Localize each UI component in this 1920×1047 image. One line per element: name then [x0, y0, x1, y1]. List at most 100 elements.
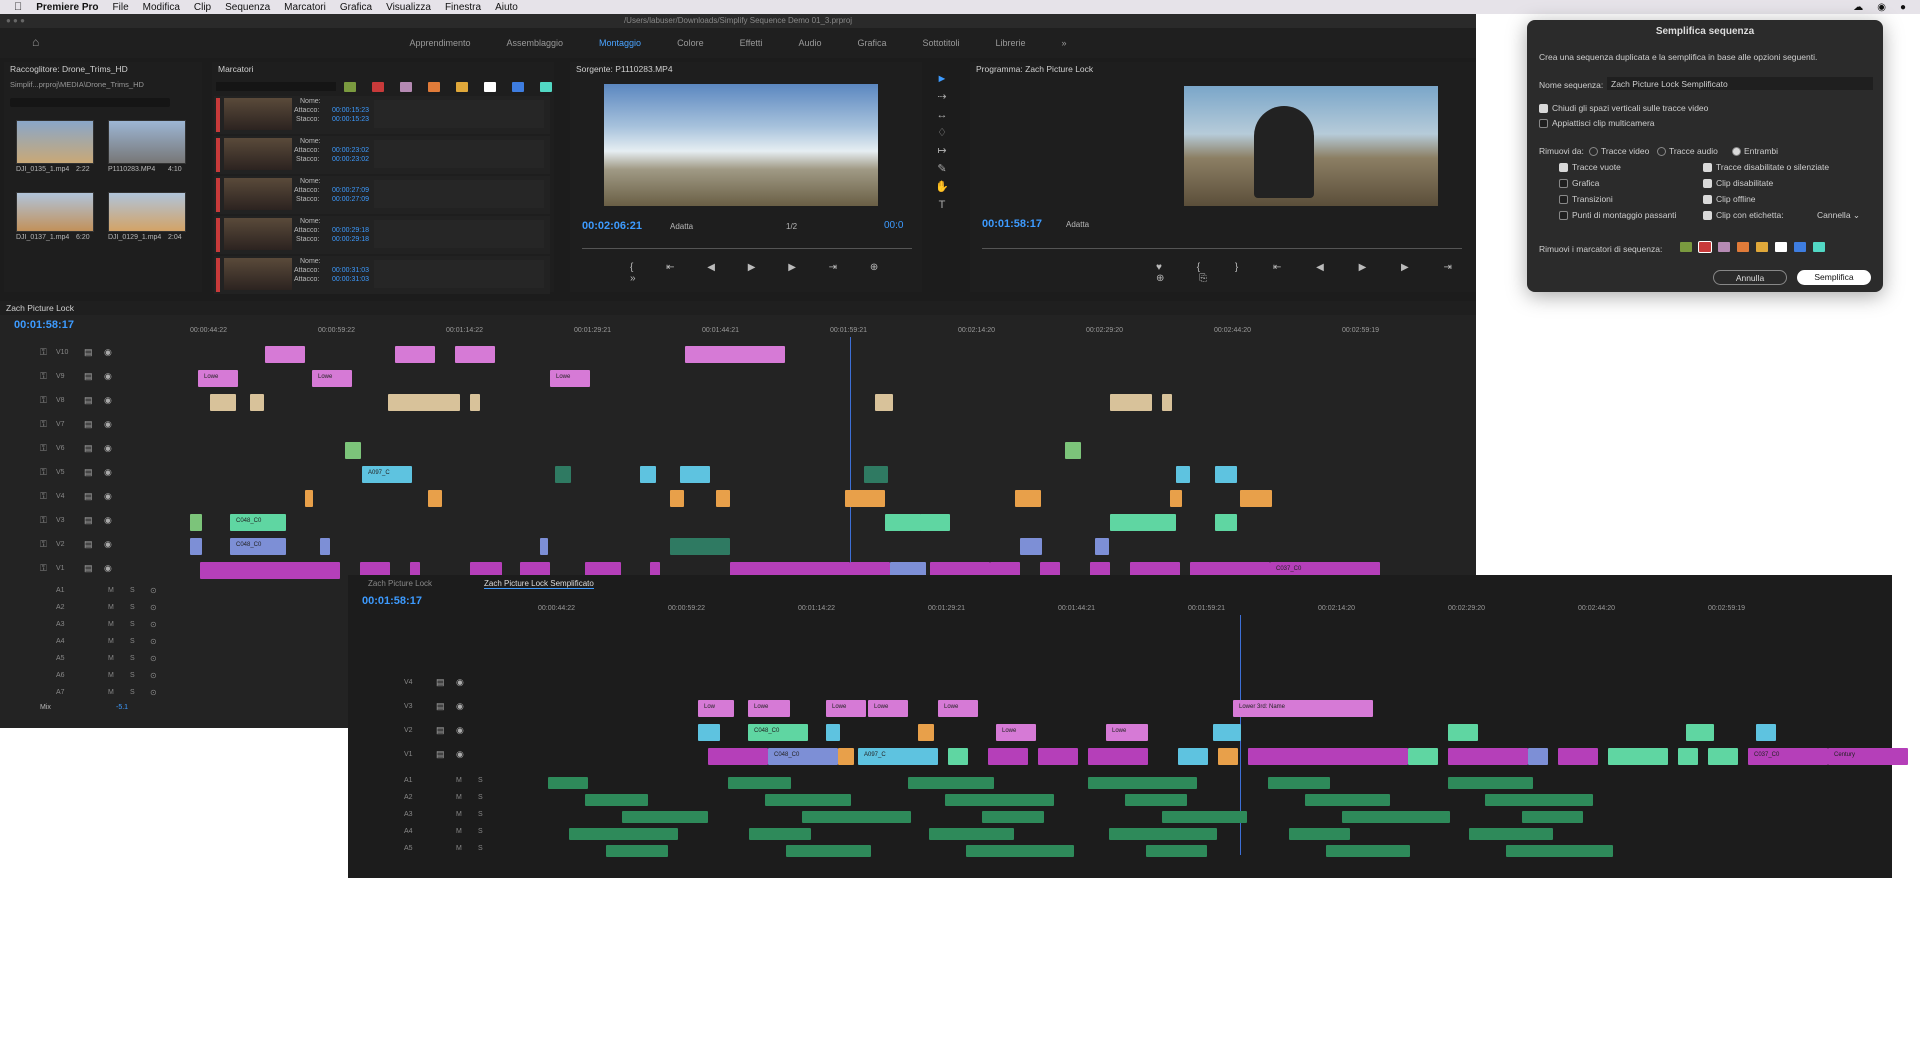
audio-clip[interactable] — [749, 828, 811, 840]
mute-button[interactable]: M — [108, 638, 114, 645]
ws-montaggio[interactable]: Montaggio — [599, 38, 641, 48]
marker-row[interactable]: Nome: Attacco: 00:00:31:03 Attacco: 00:00:31… — [214, 256, 550, 294]
timeline-clip[interactable]: Lowe — [748, 700, 790, 717]
video-track-header[interactable]: V9 ⚿ ▤ ◉ — [0, 369, 190, 389]
lock-icon[interactable]: ⚿ — [40, 467, 47, 478]
marker-color-checkbox[interactable] — [1775, 242, 1787, 252]
mic-icon[interactable]: ⊙ — [150, 586, 157, 595]
video-track-header[interactable]: V2 ▤ ◉ — [348, 723, 538, 743]
ws-colore[interactable]: Colore — [677, 38, 704, 48]
eye-icon[interactable]: ◉ — [104, 515, 112, 526]
timeline-clip[interactable]: A097_C — [858, 748, 938, 765]
sync-icon[interactable]: ▤ — [84, 347, 93, 358]
menu-modifica[interactable]: Modifica — [143, 2, 180, 13]
lock-icon[interactable]: ⚿ — [40, 539, 47, 550]
mute-button[interactable]: M — [108, 604, 114, 611]
chk-offline-clips[interactable]: Clip offline — [1703, 194, 1756, 205]
audio-clip[interactable] — [606, 845, 668, 857]
sync-icon[interactable]: ▤ — [84, 443, 93, 454]
audio-clip[interactable] — [1448, 777, 1533, 789]
marker-comment-field[interactable] — [374, 220, 544, 248]
timeline-clip[interactable]: Lowe — [312, 370, 352, 387]
timeline-clip[interactable] — [1170, 490, 1182, 507]
audio-clip[interactable] — [786, 845, 871, 857]
menu-aiuto[interactable]: Aiuto — [495, 2, 518, 13]
audio-clip[interactable] — [728, 777, 791, 789]
timeline-clip[interactable] — [265, 346, 305, 363]
creative-cloud-icon[interactable]: ◉ — [1877, 2, 1886, 13]
timeline-clip[interactable] — [1213, 724, 1241, 741]
video-track-header[interactable]: V10 ⚿ ▤ ◉ — [0, 345, 190, 365]
audio-clip[interactable] — [802, 811, 911, 823]
audio-track-header[interactable]: A2 M S ⊙ — [0, 602, 190, 618]
eye-icon[interactable]: ◉ — [104, 491, 112, 502]
program-video-frame[interactable] — [1184, 86, 1438, 206]
mic-icon[interactable]: ⊙ — [150, 620, 157, 629]
timeline-clip[interactable]: C048_C0 — [748, 724, 808, 741]
traffic-lights-icon[interactable]: ● ● ● — [6, 14, 25, 28]
eye-icon[interactable]: ◉ — [104, 539, 112, 550]
audio-clip[interactable] — [1162, 811, 1247, 823]
timeline-clip[interactable]: Lowe — [938, 700, 978, 717]
menu-clip[interactable]: Clip — [194, 2, 211, 13]
source-video-frame[interactable] — [604, 84, 878, 206]
cloud-icon[interactable]: ☁ — [1853, 2, 1863, 13]
marker-row[interactable]: Nome: Attacco: 00:00:29:18 Stacco: 00:00:29:… — [214, 216, 550, 254]
lock-icon[interactable]: ⚿ — [40, 491, 47, 502]
sync-icon[interactable]: ▤ — [84, 563, 93, 574]
sequence-name-input[interactable]: Zach Picture Lock Semplificato — [1607, 77, 1873, 90]
audio-track-header[interactable]: A5 M S — [348, 843, 538, 859]
timeline-clip[interactable] — [470, 394, 480, 411]
marker-out-value[interactable]: 00:00:29:18 — [332, 236, 369, 243]
timeline-clip[interactable]: C048_C0 — [768, 748, 838, 765]
marker-color-checkbox[interactable] — [1794, 242, 1806, 252]
timeline-clip[interactable] — [1110, 394, 1152, 411]
lock-icon[interactable]: ⚿ — [40, 395, 47, 406]
timeline1-ruler[interactable]: 00:00:44:22 00:00:59:22 00:01:14:22 00:01:2… — [190, 327, 1470, 339]
slip-icon[interactable]: ↦ — [932, 142, 952, 160]
sync-icon[interactable]: ▤ — [84, 515, 93, 526]
sync-icon[interactable]: ▤ — [84, 371, 93, 382]
menu-finestra[interactable]: Finestra — [445, 2, 481, 13]
audio-track-header[interactable]: A3 M S ⊙ — [0, 619, 190, 635]
lock-icon[interactable]: ⚿ — [40, 347, 47, 358]
audio-track-header[interactable]: A5 M S ⊙ — [0, 653, 190, 669]
marker-in-value[interactable]: 00:00:27:09 — [332, 187, 369, 194]
video-track-header[interactable]: V7 ⚿ ▤ ◉ — [0, 417, 190, 437]
sync-icon[interactable]: ▤ — [84, 395, 93, 406]
timeline-clip[interactable] — [918, 724, 934, 741]
timeline2-timecode[interactable]: 00:01:58:17 — [362, 595, 422, 607]
chk-label-clips[interactable]: Clip con etichetta: — [1703, 210, 1784, 221]
marker-color-checkbox[interactable] — [1813, 242, 1825, 252]
lock-icon[interactable]: ⚿ — [40, 515, 47, 526]
timeline-clip[interactable] — [395, 346, 435, 363]
mute-button[interactable]: M — [456, 828, 462, 835]
timeline-clip[interactable] — [1176, 466, 1190, 483]
marker-filter-swatch[interactable] — [400, 82, 412, 92]
chk-through-edits[interactable]: Punti di montaggio passanti — [1559, 210, 1676, 221]
audio-clip[interactable] — [929, 828, 1014, 840]
radio-video[interactable]: Tracce video — [1589, 146, 1649, 157]
audio-clip[interactable] — [945, 794, 1054, 806]
timeline-clip[interactable] — [428, 490, 442, 507]
audio-track-header[interactable]: A1 M S ⊙ — [0, 585, 190, 601]
menu-file[interactable]: File — [113, 2, 129, 13]
timeline-clip[interactable] — [388, 394, 460, 411]
ws-sottotitoli[interactable]: Sottotitoli — [922, 38, 959, 48]
apple-icon[interactable]:  — [14, 1, 22, 13]
marker-comment-field[interactable] — [374, 180, 544, 208]
audio-clip[interactable] — [622, 811, 708, 823]
marker-out-value[interactable]: 00:00:27:09 — [332, 196, 369, 203]
timeline-clip[interactable] — [345, 442, 361, 459]
sync-icon[interactable]: ▤ — [436, 701, 445, 712]
marker-color-checkbox[interactable] — [1737, 242, 1749, 252]
menu-marcatori[interactable]: Marcatori — [284, 2, 326, 13]
video-track-header[interactable]: V2 ⚿ ▤ ◉ — [0, 537, 190, 557]
timeline-clip[interactable] — [708, 748, 768, 765]
markers-search-input[interactable] — [216, 82, 336, 91]
marker-row[interactable]: Nome: Attacco: 00:00:27:09 Stacco: 00:00:27:… — [214, 176, 550, 214]
solo-button[interactable]: S — [478, 794, 483, 801]
program-title[interactable]: Programma: Zach Picture Lock — [970, 62, 1476, 76]
timeline-clip[interactable] — [920, 514, 950, 531]
chk-disabled-clips[interactable]: Clip disabilitate — [1703, 178, 1773, 189]
